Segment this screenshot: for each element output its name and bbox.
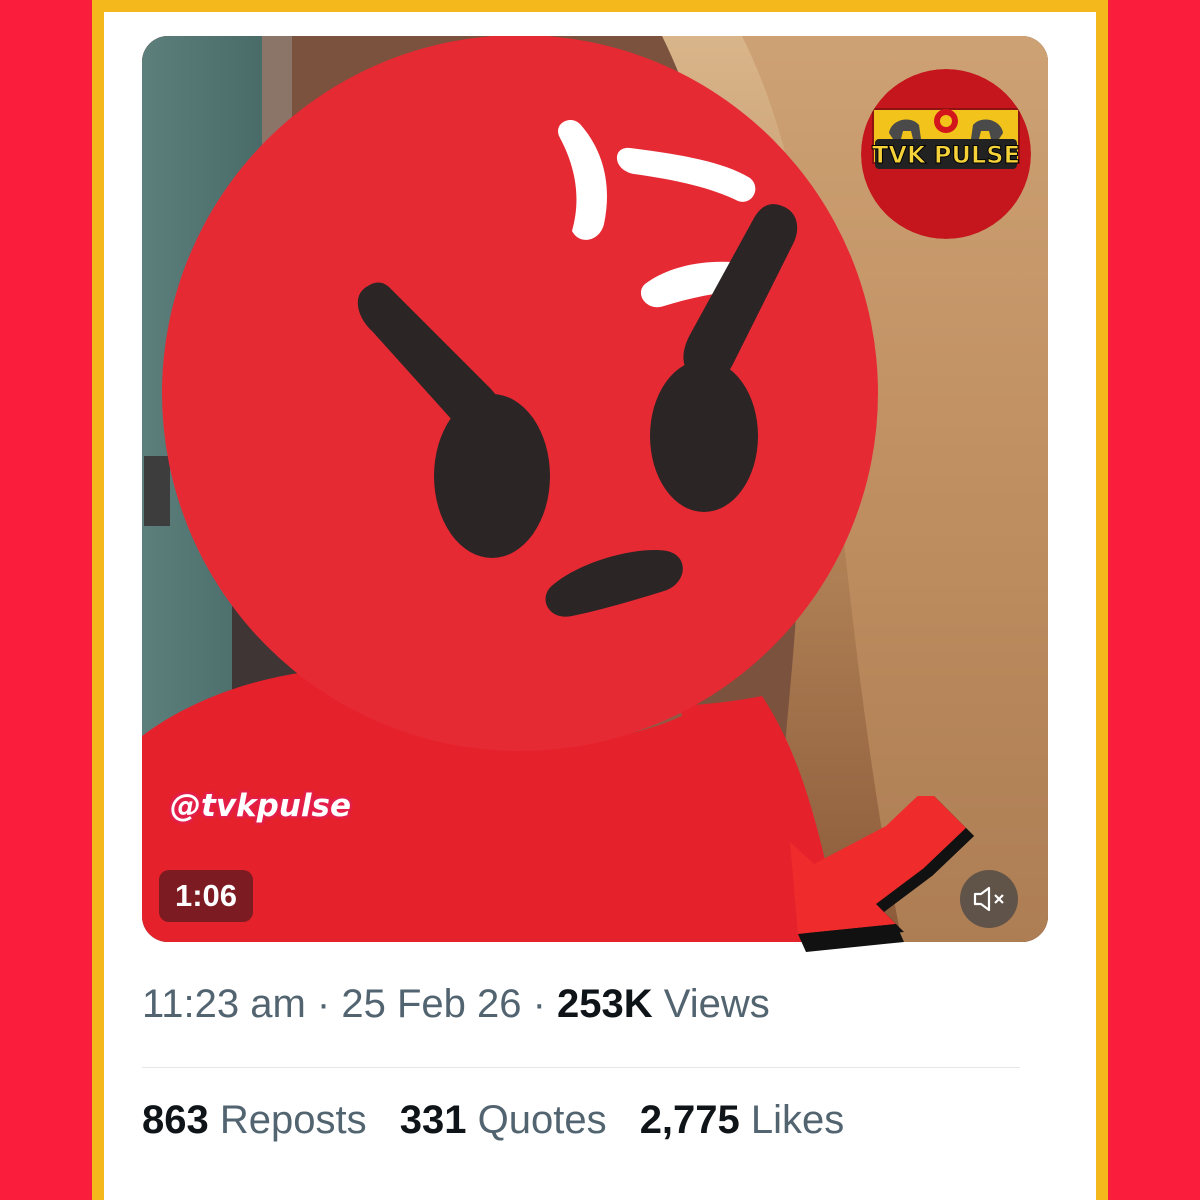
views-count: 253K [557, 982, 653, 1026]
red-arrow-pointer-icon [790, 796, 974, 952]
quotes-stat[interactable]: 331 Quotes [400, 1098, 607, 1142]
engagement-stats: 863 Reposts 331 Quotes 2,775 Likes [142, 1098, 866, 1143]
post-time[interactable]: 11:23 am [142, 982, 306, 1026]
speaker-muted-icon [973, 886, 1004, 912]
reposts-stat[interactable]: 863 Reposts [142, 1098, 367, 1142]
watermark-handle: @tvkpulse [170, 788, 352, 824]
reposts-label: Reposts [208, 1098, 367, 1142]
quotes-label: Quotes [466, 1098, 607, 1142]
meta-separator-2: · [521, 982, 558, 1026]
post-date[interactable]: 25 Feb 26 [341, 982, 521, 1026]
likes-label: Likes [739, 1098, 845, 1142]
likes-stat[interactable]: 2,775 Likes [640, 1098, 845, 1142]
views-label: Views [652, 982, 770, 1026]
svg-text:TVK PULSE: TVK PULSE [872, 141, 1020, 169]
video-duration-badge: 1:06 [159, 870, 253, 922]
quotes-count: 331 [399, 1098, 467, 1142]
post-meta-line: 11:23 am · 25 Feb 26 · 253K Views [142, 982, 770, 1027]
likes-count: 2,775 [639, 1098, 740, 1142]
tvk-pulse-logo: TVK PULSE [861, 69, 1031, 239]
divider [142, 1067, 1020, 1068]
meta-separator: · [305, 982, 342, 1026]
reposts-count: 863 [142, 1098, 209, 1142]
angry-face-emoji [162, 36, 878, 751]
